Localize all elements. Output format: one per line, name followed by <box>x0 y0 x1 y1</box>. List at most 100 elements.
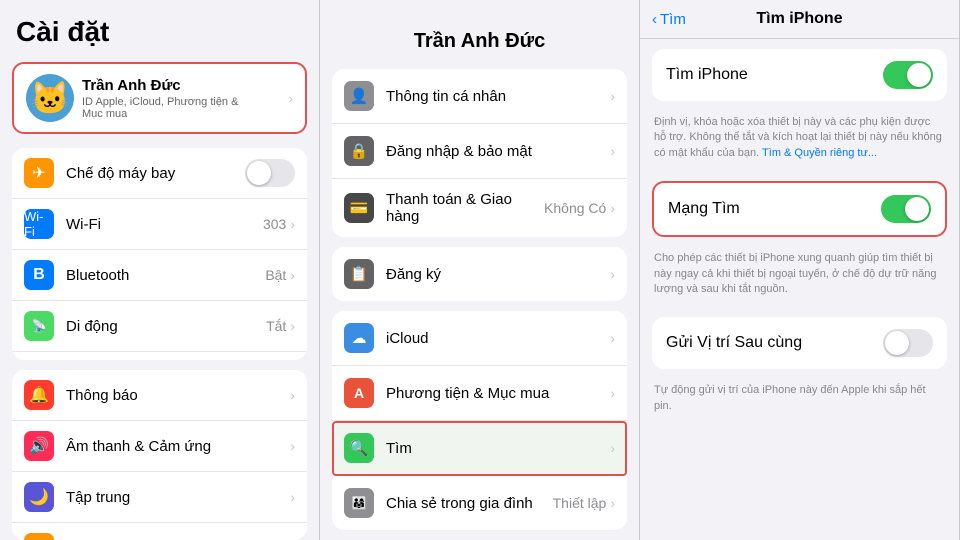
find-privacy-link[interactable]: Tìm & Quyền riêng tư... <box>762 147 877 159</box>
payment-value: Không Có <box>544 200 606 216</box>
sound-icon: 🔊 <box>24 431 54 461</box>
profile-name: Trần Anh Đức <box>82 77 280 94</box>
personal-info-chevron: › <box>610 88 615 104</box>
bluetooth-label: Bluetooth <box>66 267 265 284</box>
icloud-icon: ☁ <box>344 323 374 353</box>
personal-info-label: Thông tin cá nhân <box>386 88 610 105</box>
focus-label: Tập trung <box>66 489 290 506</box>
focus-chevron: › <box>290 489 295 505</box>
notifications-label: Thông báo <box>66 387 290 404</box>
settings-row-sound[interactable]: 🔊 Âm thanh & Cảm ứng › <box>12 421 307 472</box>
profile-info: Trần Anh Đức ID Apple, iCloud, Phương ti… <box>74 77 288 120</box>
gui-vitri-label: Gửi Vị trí Sau cùng <box>666 334 883 352</box>
settings-row-wifi[interactable]: Wi-Fi Wi-Fi 303 › <box>12 199 307 250</box>
purchase-row[interactable]: A Phương tiện & Mục mua › <box>332 366 627 421</box>
notifications-chevron: › <box>290 387 295 403</box>
subscription-chevron: › <box>610 266 615 282</box>
settings-row-focus[interactable]: 🌙 Tập trung › <box>12 472 307 523</box>
settings-section-2: 🔔 Thông báo › 🔊 Âm thanh & Cảm ứng › 🌙 T… <box>12 370 307 540</box>
find-iphone-desc: Định vị, khóa hoặc xóa thiết bị này và c… <box>640 111 959 171</box>
gui-vitri-section: Gửi Vị trí Sau cùng <box>652 317 947 369</box>
settings-row-cellular[interactable]: 📡 Di động Tắt › <box>12 301 307 352</box>
payment-row[interactable]: 💳 Thanh toán & Giao hàng Không Có › <box>332 179 627 237</box>
family-row[interactable]: 👨‍👩‍👧 Chia sẻ trong gia đình Thiết lập › <box>332 476 627 530</box>
screentime-icon: ⏱ <box>24 533 54 540</box>
payment-chevron: › <box>610 200 615 216</box>
find-iphone-row[interactable]: Tìm iPhone <box>652 49 947 101</box>
mang-tim-section: Mạng Tìm <box>652 181 947 237</box>
airplane-icon: ✈ <box>24 158 54 188</box>
signin-icon: 🔒 <box>344 136 374 166</box>
purchase-label: Phương tiện & Mục mua <box>386 385 610 402</box>
find-iphone-section: Tìm iPhone <box>652 49 947 101</box>
profile-panel: 🐱 Trần Anh Đức 👤 Thông tin cá nhân › 🔒 Đ… <box>320 0 640 540</box>
personal-info-row[interactable]: 👤 Thông tin cá nhân › <box>332 69 627 124</box>
gui-vitri-toggle[interactable] <box>883 329 933 357</box>
focus-icon: 🌙 <box>24 482 54 512</box>
find-iphone-panel: ‹ Tìm Tìm iPhone Tìm iPhone Định vị, khó… <box>640 0 960 540</box>
avatar: 🐱 <box>26 74 74 122</box>
settings-row-airplane[interactable]: ✈ Chế độ máy bay <box>12 148 307 199</box>
find-label: Tìm <box>386 440 610 457</box>
cellular-chevron: › <box>290 318 295 334</box>
cellular-value: Tắt <box>266 318 286 334</box>
cellular-icon: 📡 <box>24 311 54 341</box>
payment-label: Thanh toán & Giao hàng <box>386 191 544 225</box>
profile-row[interactable]: 🐱 Trần Anh Đức ID Apple, iCloud, Phương … <box>12 62 307 134</box>
find-chevron: › <box>610 440 615 456</box>
find-iphone-toggle[interactable] <box>883 61 933 89</box>
personal-info-icon: 👤 <box>344 81 374 111</box>
icloud-row[interactable]: ☁ iCloud › <box>332 311 627 366</box>
back-button[interactable]: ‹ Tìm <box>652 11 686 28</box>
profile-subtitle: ID Apple, iCloud, Phương tiện &Mục mua <box>82 96 280 120</box>
settings-row-personal-hotspot[interactable]: ⬡ Điểm truy cập cá nhân Tắt › <box>12 352 307 360</box>
gui-vitri-row[interactable]: Gửi Vị trí Sau cùng <box>652 317 947 369</box>
settings-section-1: ✈ Chế độ máy bay Wi-Fi Wi-Fi 303 › B Blu… <box>12 148 307 360</box>
signin-security-row[interactable]: 🔒 Đăng nhập & bảo mật › <box>332 124 627 179</box>
payment-icon: 💳 <box>344 193 374 223</box>
airplane-toggle[interactable] <box>245 159 295 187</box>
find-icon: 🔍 <box>344 433 374 463</box>
subscription-label: Đăng ký <box>386 266 610 283</box>
profile-username: Trần Anh Đức <box>414 30 546 53</box>
airplane-label: Chế độ máy bay <box>66 165 245 182</box>
mang-tim-desc: Cho phép các thiết bị iPhone xung quanh … <box>640 247 959 307</box>
back-chevron-icon: ‹ <box>652 11 657 28</box>
subscription-icon: 📋 <box>344 259 374 289</box>
bluetooth-icon: B <box>24 260 54 290</box>
cellular-label: Di động <box>66 318 266 335</box>
wifi-icon: Wi-Fi <box>24 209 54 239</box>
settings-panel: Cài đặt 🐱 Trần Anh Đức ID Apple, iCloud,… <box>0 0 320 540</box>
settings-row-bluetooth[interactable]: B Bluetooth Bật › <box>12 250 307 301</box>
sound-label: Âm thanh & Cảm ứng <box>66 438 290 455</box>
family-icon: 👨‍👩‍👧 <box>344 488 374 518</box>
gui-vitri-desc: Tự động gửi vị trí của iPhone này đến Ap… <box>640 379 959 424</box>
notifications-icon: 🔔 <box>24 380 54 410</box>
mang-tim-label: Mạng Tìm <box>668 200 881 218</box>
find-iphone-row-label: Tìm iPhone <box>666 66 883 84</box>
profile-items-list: 👤 Thông tin cá nhân › 🔒 Đăng nhập & bảo … <box>320 69 639 540</box>
mang-tim-row[interactable]: Mạng Tìm <box>654 183 945 235</box>
back-label: Tìm <box>660 11 686 28</box>
icloud-label: iCloud <box>386 330 610 347</box>
signin-chevron: › <box>610 143 615 159</box>
mang-tim-toggle[interactable] <box>881 195 931 223</box>
find-iphone-header-title: Tìm iPhone <box>756 10 842 28</box>
find-iphone-content: Tìm iPhone Định vị, khóa hoặc xóa thiết … <box>640 39 959 540</box>
wifi-value: 303 <box>263 216 286 232</box>
find-row[interactable]: 🔍 Tìm › <box>332 421 627 476</box>
panel1-title: Cài đặt <box>0 16 319 58</box>
settings-row-screentime[interactable]: ⏱ Thời gian sử dụng › <box>12 523 307 540</box>
family-chevron: › <box>610 495 615 511</box>
family-value: Thiết lập <box>553 495 607 511</box>
bluetooth-chevron: › <box>290 267 295 283</box>
profile-section-1: 👤 Thông tin cá nhân › 🔒 Đăng nhập & bảo … <box>332 69 627 237</box>
find-iphone-header: ‹ Tìm Tìm iPhone <box>640 0 959 39</box>
icloud-chevron: › <box>610 330 615 346</box>
wifi-label: Wi-Fi <box>66 216 263 233</box>
sound-chevron: › <box>290 438 295 454</box>
subscription-row[interactable]: 📋 Đăng ký › <box>332 247 627 301</box>
profile-section-3: ☁ iCloud › A Phương tiện & Mục mua › 🔍 T… <box>332 311 627 530</box>
bluetooth-value: Bật <box>265 267 286 283</box>
settings-row-notifications[interactable]: 🔔 Thông báo › <box>12 370 307 421</box>
